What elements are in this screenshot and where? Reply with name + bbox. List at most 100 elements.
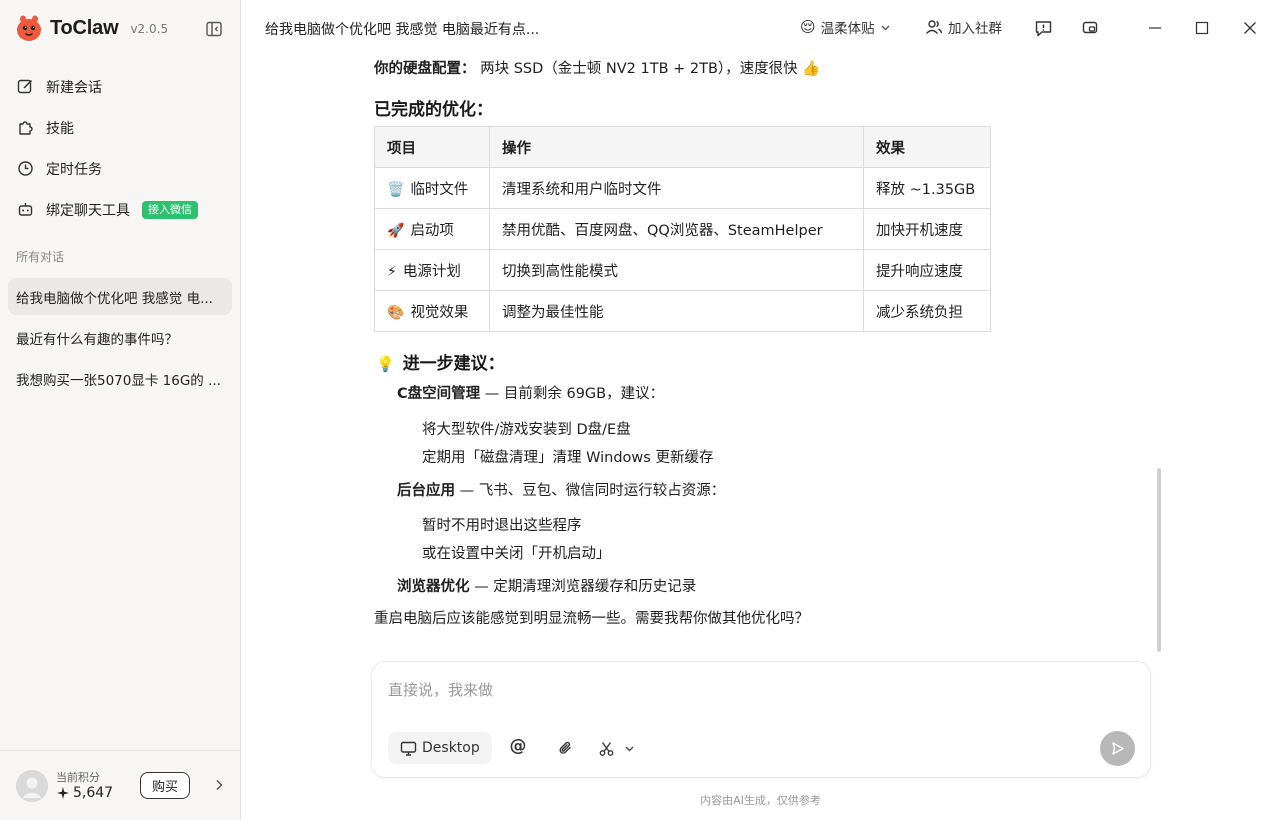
puzzle-icon: [16, 119, 34, 137]
item-label: 临时文件: [410, 181, 469, 198]
conversation-title: 最近有什么有趣的事件吗？: [16, 331, 178, 348]
closing-text: 重启电脑后应该能感觉到明显流畅一些。需要我帮你做其他优化吗？: [374, 611, 809, 627]
send-button[interactable]: [1100, 731, 1135, 766]
suggestion-subitem: 定期用「磁盘清理」清理 Windows 更新缓存: [422, 450, 714, 466]
send-icon: [1112, 742, 1124, 755]
lightbulb-icon: 💡: [376, 355, 395, 373]
close-icon[interactable]: [1240, 18, 1260, 38]
table-cell-effect: 提升响应速度: [863, 249, 991, 291]
avatar[interactable]: [16, 770, 48, 802]
suggestion-desc: — 飞书、豆包、微信同时运行较占资源：: [455, 483, 726, 499]
sidebar-nav: 新建会话 技能 定时任务 绑定聊天工具 接入微信: [8, 66, 232, 230]
suggestion-desc: — 目前剩余 69GB，建议：: [480, 386, 665, 402]
suggestion-item: 后台应用 — 飞书、豆包、微信同时运行较占资源：: [397, 479, 725, 500]
conversation-item[interactable]: 我想购买一张5070显卡 16G的 ...: [8, 360, 232, 397]
conversations-section-label: 所有对话: [16, 250, 65, 264]
table-header-cell: 操作: [489, 126, 864, 168]
buy-points-button[interactable]: 购买: [140, 772, 190, 799]
suggestion-title: 浏览器优化: [397, 579, 470, 595]
table-cell-action: 禁用优酷、百度网盘、QQ浏览器、SteamHelper: [489, 208, 864, 250]
table-row: 🎨 视觉效果 调整为最佳性能 减少系统负担: [374, 290, 991, 332]
sidebar-item-scheduled-tasks[interactable]: 定时任务: [8, 148, 232, 189]
table-cell-item: 🚀 启动项: [374, 208, 490, 250]
sidebar-item-skills[interactable]: 技能: [8, 107, 232, 148]
conversation-title: 给我电脑做个优化吧 我感觉 电...: [16, 290, 213, 307]
desktop-mode-button[interactable]: Desktop: [388, 732, 492, 764]
sidebar-item-label: 新建会话: [46, 79, 102, 96]
table-row: 🚀 启动项 禁用优酷、百度网盘、QQ浏览器、SteamHelper 加快开机速度: [374, 208, 991, 250]
table-cell-action: 调整为最佳性能: [489, 290, 864, 332]
sidebar-item-bind-chat-tool[interactable]: 绑定聊天工具 接入微信: [8, 189, 232, 230]
chevron-right-icon[interactable]: [212, 778, 226, 792]
completed-heading: 已完成的优化：: [374, 100, 493, 120]
sidebar-item-label: 绑定聊天工具: [46, 202, 130, 219]
message-input[interactable]: 直接说，我来做: [388, 679, 493, 700]
table-cell-item: 🎨 视觉效果: [374, 290, 490, 332]
conversation-title: 我想购买一张5070显卡 16G的 ...: [16, 372, 221, 389]
conversation-item[interactable]: 给我电脑做个优化吧 我感觉 电...: [8, 278, 232, 315]
brand: ToClaw v2.0.5: [14, 12, 168, 44]
rocket-icon: 🚀: [387, 222, 405, 239]
app-version: v2.0.5: [130, 22, 169, 36]
points-label: 当前积分: [56, 771, 100, 784]
table-header-row: 项目 操作 效果: [374, 126, 991, 168]
user-avatar-icon: [16, 770, 48, 802]
item-label: 视觉效果: [410, 304, 469, 321]
conversation-item[interactable]: 最近有什么有趣的事件吗？: [8, 319, 232, 356]
table-cell-item: ⚡ 电源计划: [374, 249, 490, 291]
points-row: 5,647: [56, 785, 113, 801]
trash-icon: 🗑️: [387, 181, 405, 198]
ai-disclaimer: 内容由AI生成，仅供参考: [700, 794, 821, 807]
mention-icon[interactable]: @: [509, 736, 527, 756]
table-header-cell: 效果: [863, 126, 991, 168]
suggestion-subitem: 或在设置中关闭「开机启动」: [422, 546, 611, 562]
table-cell-effect: 减少系统负担: [863, 290, 991, 332]
message-composer: 直接说，我来做 Desktop @: [371, 661, 1151, 778]
sidebar-item-label: 技能: [46, 120, 74, 137]
sidebar-item-label: 定时任务: [46, 161, 102, 178]
suggestions-heading: 💡 进一步建议：: [376, 349, 505, 374]
item-label: 启动项: [410, 222, 454, 239]
table-cell-effect: 释放 ~1.35GB: [863, 167, 991, 209]
table-cell-action: 切换到高性能模式: [489, 249, 864, 291]
suggestion-item: C盘空间管理 — 目前剩余 69GB，建议：: [397, 382, 664, 403]
item-label: 电源计划: [402, 263, 461, 280]
disk-config-value: 两块 SSD（金士顿 NV2 1TB + 2TB），速度很快 👍: [480, 61, 821, 77]
attachment-icon[interactable]: [556, 739, 574, 757]
edit-icon: [16, 78, 34, 96]
desktop-icon: [400, 741, 417, 756]
app-name: ToClaw: [50, 16, 119, 39]
chevron-down-icon[interactable]: [622, 739, 636, 757]
chat-scrollbar[interactable]: [1157, 468, 1161, 652]
disk-config-line: 你的硬盘配置： 两块 SSD（金士顿 NV2 1TB + 2TB），速度很快 👍: [374, 57, 820, 78]
desktop-mode-label: Desktop: [422, 740, 480, 756]
suggestion-title: C盘空间管理: [397, 386, 481, 402]
table-cell-item: 🗑️ 临时文件: [374, 167, 490, 209]
sparkle-icon: [57, 787, 69, 799]
wechat-connect-badge[interactable]: 接入微信: [142, 200, 198, 219]
toclaw-logo-icon: [17, 15, 41, 41]
maximize-icon[interactable]: [1192, 18, 1212, 38]
clock-icon: [16, 160, 34, 178]
robot-icon: [16, 201, 34, 219]
chat-message: 你的硬盘配置： 两块 SSD（金士顿 NV2 1TB + 2TB），速度很快 👍…: [374, 0, 1154, 650]
scissors-icon[interactable]: [597, 739, 615, 757]
suggestion-subitem: 将大型软件/游戏安装到 D盘/E盘: [422, 422, 631, 438]
table-cell-action: 清理系统和用户临时文件: [489, 167, 864, 209]
sidebar-collapse-icon[interactable]: [205, 20, 223, 38]
conversation-list: 给我电脑做个优化吧 我感觉 电... 最近有什么有趣的事件吗？ 我想购买一张50…: [8, 278, 232, 401]
lightning-icon: ⚡: [387, 263, 397, 280]
palette-icon: 🎨: [387, 304, 405, 321]
optimization-table: 项目 操作 效果 🗑️ 临时文件 清理系统和用户临时文件 释放 ~1.35GB 🚀…: [374, 126, 991, 332]
table-row: 🗑️ 临时文件 清理系统和用户临时文件 释放 ~1.35GB: [374, 167, 991, 209]
sidebar-item-new-chat[interactable]: 新建会话: [8, 66, 232, 107]
points-value: 5,647: [73, 785, 114, 801]
sidebar: ToClaw v2.0.5 新建会话 技能 定时任务 绑定聊天工具 接入微信 所…: [0, 0, 241, 820]
table-header-cell: 项目: [374, 126, 490, 168]
suggestion-title: 后台应用: [397, 483, 455, 499]
table-cell-effect: 加快开机速度: [863, 208, 991, 250]
suggestion-subitem: 暂时不用时退出这些程序: [422, 518, 582, 534]
disk-config-label: 你的硬盘配置：: [374, 61, 476, 77]
suggestion-item: 浏览器优化 — 定期清理浏览器缓存和历史记录: [397, 575, 696, 596]
table-row: ⚡ 电源计划 切换到高性能模式 提升响应速度: [374, 249, 991, 291]
